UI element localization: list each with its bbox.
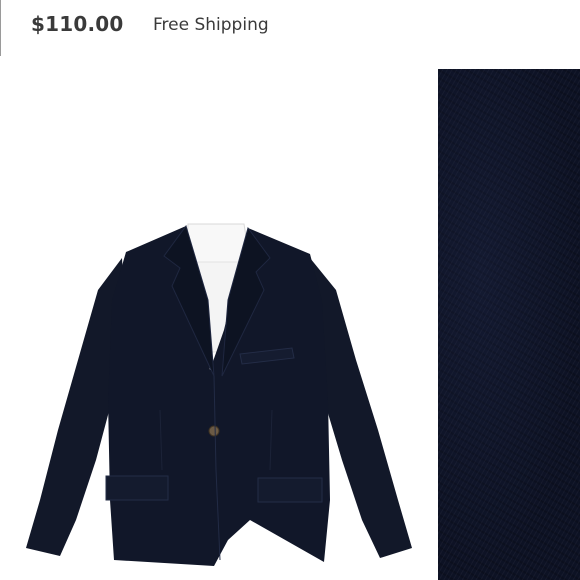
shipping-label: Free Shipping bbox=[153, 15, 269, 35]
listing-header: $110.00 Free Shipping bbox=[0, 0, 580, 56]
right-pocket-flap bbox=[257, 477, 323, 503]
jacket-button bbox=[208, 425, 220, 437]
product-photo[interactable] bbox=[0, 56, 438, 580]
left-pocket-flap bbox=[105, 475, 169, 501]
price-label: $110.00 bbox=[31, 12, 124, 36]
fabric-swatch[interactable] bbox=[438, 69, 580, 580]
